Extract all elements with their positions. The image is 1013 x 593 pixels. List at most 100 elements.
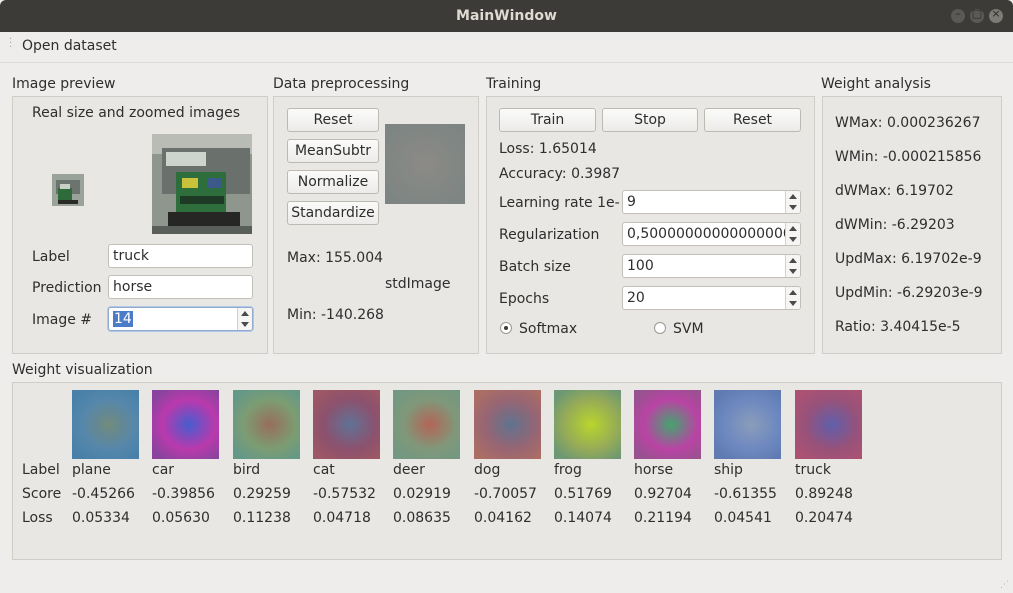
class-score: -0.57532 bbox=[313, 486, 376, 502]
class-score: -0.61355 bbox=[714, 486, 777, 502]
learning-rate-spinbox[interactable]: 9 bbox=[622, 190, 801, 214]
label-field[interactable]: truck bbox=[108, 244, 253, 268]
batch-size-stepper[interactable] bbox=[785, 255, 800, 277]
weight-image-cat bbox=[313, 390, 380, 459]
class-score: 0.89248 bbox=[795, 486, 853, 502]
class-label: ship bbox=[714, 462, 743, 478]
class-loss: 0.05334 bbox=[72, 510, 130, 526]
class-loss: 0.04541 bbox=[714, 510, 772, 526]
arrow-up-icon bbox=[789, 258, 797, 263]
real-size-image bbox=[52, 174, 84, 206]
arrow-down-icon bbox=[789, 237, 797, 242]
epochs-stepper[interactable] bbox=[785, 287, 800, 309]
weight-image-truck bbox=[795, 390, 862, 459]
image-number-stepper[interactable] bbox=[237, 308, 252, 330]
maximize-icon: □ bbox=[971, 7, 983, 20]
maximize-button[interactable]: □ bbox=[970, 7, 984, 23]
std-image-label: stdImage bbox=[385, 276, 451, 292]
standardize-button[interactable]: Standardize bbox=[287, 201, 379, 225]
class-loss: 0.08635 bbox=[393, 510, 451, 526]
arrow-down-icon bbox=[241, 322, 249, 327]
image-preview-title: Image preview bbox=[12, 76, 116, 92]
minimize-icon: – bbox=[955, 7, 961, 20]
row-loss-header: Loss bbox=[22, 510, 53, 526]
learning-rate-stepper[interactable] bbox=[785, 191, 800, 213]
min-value: Min: -140.268 bbox=[287, 307, 384, 323]
svm-label[interactable]: SVM bbox=[673, 321, 704, 337]
size-grip-icon[interactable]: ⋰ bbox=[1000, 580, 1009, 590]
class-label: dog bbox=[474, 462, 501, 478]
class-score: 0.29259 bbox=[233, 486, 291, 502]
training-title: Training bbox=[486, 76, 542, 92]
menu-open-dataset[interactable]: Open dataset bbox=[22, 38, 117, 54]
class-loss: 0.14074 bbox=[554, 510, 612, 526]
batch-size-label: Batch size bbox=[499, 259, 571, 275]
class-loss: 0.04718 bbox=[313, 510, 371, 526]
weight-analysis-title: Weight analysis bbox=[821, 76, 931, 92]
normalize-button[interactable]: Normalize bbox=[287, 170, 379, 194]
learning-rate-label: Learning rate 1e- bbox=[499, 195, 620, 211]
prediction-field[interactable]: horse bbox=[108, 275, 253, 299]
label-label: Label bbox=[32, 249, 70, 265]
class-loss: 0.20474 bbox=[795, 510, 853, 526]
image-preview-caption: Real size and zoomed images bbox=[32, 105, 240, 121]
stop-button[interactable]: Stop bbox=[602, 108, 698, 132]
batch-size-value: 100 bbox=[627, 258, 654, 274]
learning-rate-value: 9 bbox=[627, 194, 636, 210]
softmax-label[interactable]: Softmax bbox=[519, 321, 577, 337]
epochs-spinbox[interactable]: 20 bbox=[622, 286, 801, 310]
image-number-spinbox[interactable]: 14 bbox=[108, 307, 253, 331]
class-label: car bbox=[152, 462, 175, 478]
minimize-button[interactable]: – bbox=[951, 7, 965, 23]
epochs-value: 20 bbox=[627, 290, 645, 306]
svm-radio[interactable] bbox=[654, 322, 666, 334]
arrow-down-icon bbox=[789, 269, 797, 274]
loss-value: Loss: 1.65014 bbox=[499, 141, 597, 157]
softmax-radio[interactable] bbox=[500, 322, 512, 334]
regularization-value: 0,50000000000000000 bbox=[627, 226, 792, 242]
zoomed-image bbox=[152, 134, 252, 234]
class-loss: 0.21194 bbox=[634, 510, 692, 526]
data-preprocessing-title: Data preprocessing bbox=[273, 76, 410, 92]
menu-grip-icon: · · · bbox=[9, 34, 13, 53]
class-label: bird bbox=[233, 462, 261, 478]
epochs-label: Epochs bbox=[499, 291, 550, 307]
class-loss: 0.04162 bbox=[474, 510, 532, 526]
regularization-spinbox[interactable]: 0,50000000000000000 bbox=[622, 222, 801, 246]
max-value: Max: 155.004 bbox=[287, 250, 384, 266]
training-reset-button[interactable]: Reset bbox=[704, 108, 801, 132]
window-title: MainWindow bbox=[456, 8, 557, 24]
class-score: -0.70057 bbox=[474, 486, 537, 502]
arrow-up-icon bbox=[789, 226, 797, 231]
arrow-down-icon bbox=[789, 301, 797, 306]
dwmax-value: dWMax: 6.19702 bbox=[835, 183, 954, 199]
updmax-value: UpdMax: 6.19702e-9 bbox=[835, 251, 982, 267]
batch-size-spinbox[interactable]: 100 bbox=[622, 254, 801, 278]
wmin-value: WMin: -0.000215856 bbox=[835, 149, 982, 165]
arrow-up-icon bbox=[789, 290, 797, 295]
class-label: truck bbox=[795, 462, 831, 478]
wmax-value: WMax: 0.000236267 bbox=[835, 115, 981, 131]
weight-image-horse bbox=[634, 390, 701, 459]
class-label: plane bbox=[72, 462, 111, 478]
mean-subtr-button[interactable]: MeanSubtr bbox=[287, 139, 379, 163]
arrow-up-icon bbox=[241, 311, 249, 316]
prediction-label: Prediction bbox=[32, 280, 102, 296]
accuracy-value: Accuracy: 0.3987 bbox=[499, 166, 621, 182]
image-number-label: Image # bbox=[32, 312, 93, 328]
dwmin-value: dWMin: -6.29203 bbox=[835, 217, 955, 233]
preprocess-reset-button[interactable]: Reset bbox=[287, 108, 379, 132]
class-label: cat bbox=[313, 462, 335, 478]
regularization-stepper[interactable] bbox=[785, 223, 800, 245]
row-score-header: Score bbox=[22, 486, 62, 502]
train-button[interactable]: Train bbox=[499, 108, 596, 132]
arrow-up-icon bbox=[789, 194, 797, 199]
close-button[interactable]: × bbox=[989, 7, 1003, 23]
class-score: 0.51769 bbox=[554, 486, 612, 502]
weight-image-bird bbox=[233, 390, 300, 459]
weight-image-dog bbox=[474, 390, 541, 459]
ratio-value: Ratio: 3.40415e-5 bbox=[835, 319, 961, 335]
class-score: -0.39856 bbox=[152, 486, 215, 502]
arrow-down-icon bbox=[789, 205, 797, 210]
mean-image bbox=[385, 124, 465, 204]
